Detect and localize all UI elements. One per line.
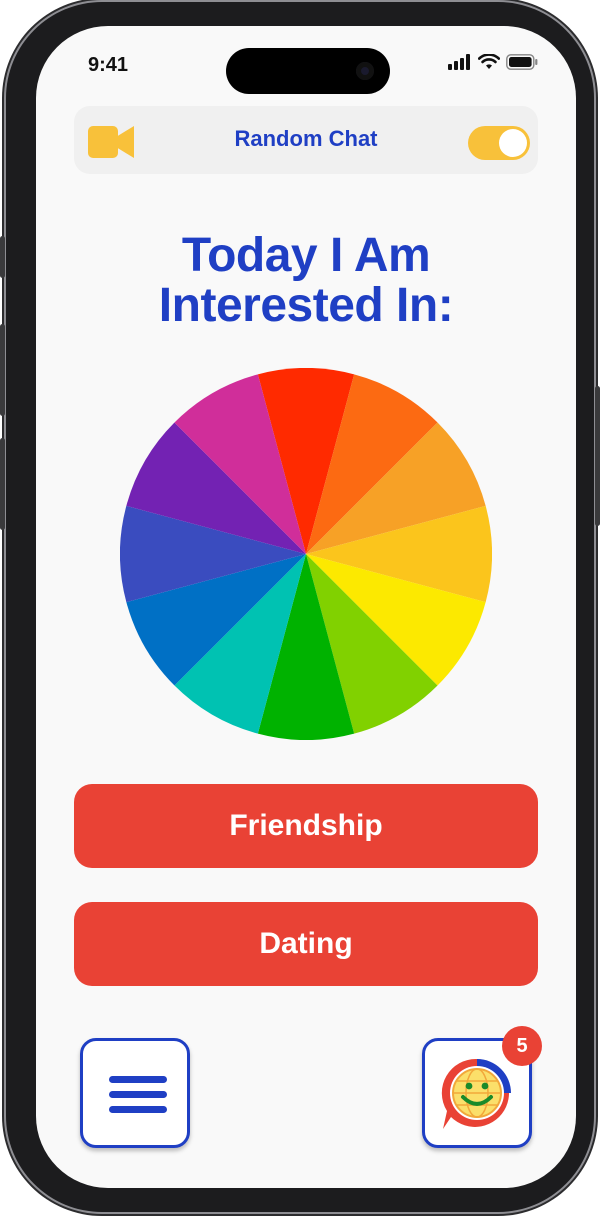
battery-icon <box>506 54 538 70</box>
heading-line-2: Interested In: <box>158 279 454 332</box>
heading-line-1: Today I Am <box>181 229 431 282</box>
dynamic-island <box>226 48 390 94</box>
signal-icon <box>448 54 470 70</box>
volume-up-button <box>0 324 5 416</box>
top-bar: Random Chat <box>74 106 538 174</box>
smiley-globe-chat-icon <box>441 1058 511 1129</box>
phone-frame: 9:41 Random Chat Today I Am Interested I… <box>0 2 600 1212</box>
color-wheel <box>120 368 492 740</box>
action-button <box>0 236 5 278</box>
dating-button[interactable]: Dating <box>74 902 538 986</box>
video-toggle[interactable] <box>468 126 530 160</box>
toggle-knob <box>499 129 527 157</box>
status-time: 9:41 <box>88 54 129 76</box>
friendship-button[interactable]: Friendship <box>74 784 538 868</box>
front-camera <box>356 62 374 80</box>
notification-badge: 5 <box>502 1026 542 1066</box>
screen: 9:41 Random Chat Today I Am Interested I… <box>36 26 576 1188</box>
menu-button[interactable] <box>80 1038 190 1148</box>
status-icons <box>448 54 538 70</box>
page-heading: Today I Am Interested In: <box>36 231 576 331</box>
power-button <box>595 386 600 526</box>
volume-down-button <box>0 438 5 530</box>
wifi-icon <box>478 54 500 69</box>
